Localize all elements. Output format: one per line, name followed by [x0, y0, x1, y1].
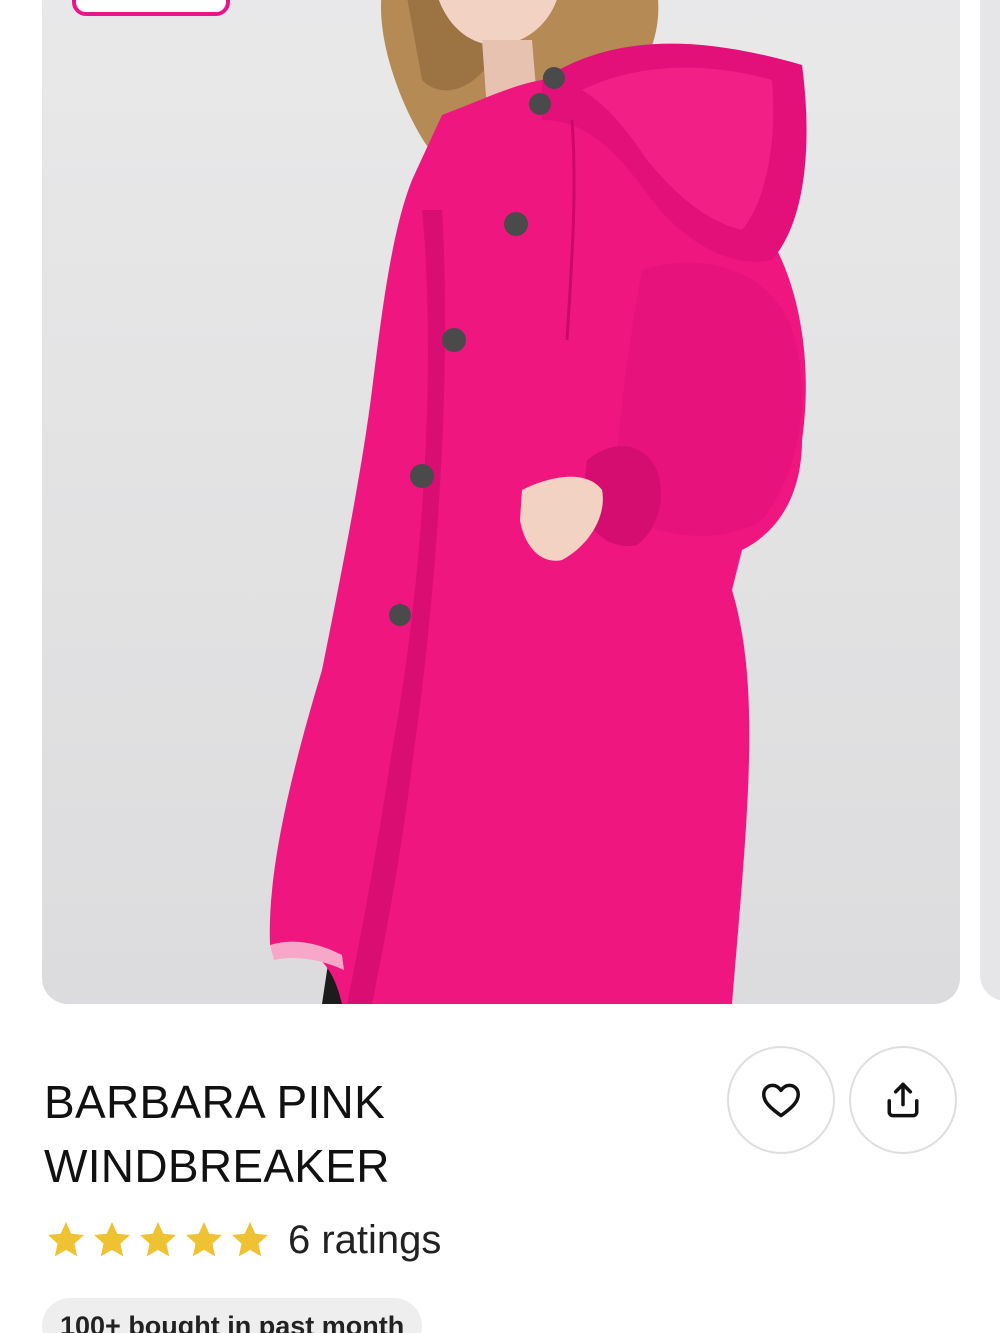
star-icon [136, 1218, 180, 1262]
share-button[interactable] [849, 1046, 957, 1154]
star-icon [228, 1218, 272, 1262]
favorite-button[interactable] [727, 1046, 835, 1154]
ratings-count[interactable]: 6 ratings [288, 1218, 441, 1263]
next-image-preview[interactable] [980, 0, 1000, 1001]
heart-icon [762, 1083, 800, 1118]
product-title-line-1: BARBARA PINK [44, 1076, 386, 1128]
product-image-carousel[interactable] [0, 0, 1000, 1004]
product-image[interactable] [42, 0, 960, 1004]
windbreaker-photo [269, 0, 807, 1004]
share-upload-icon [887, 1082, 919, 1118]
star-icon [90, 1218, 134, 1262]
rating-row[interactable]: 6 ratings [44, 1214, 441, 1266]
star-icon [182, 1218, 226, 1262]
promo-badge [72, 0, 230, 16]
product-title-line-2: WINDBREAKER [44, 1140, 390, 1192]
purchase-count-badge: 100+ bought in past month [42, 1298, 423, 1333]
purchase-count-label: 100+ bought in past month [60, 1310, 405, 1333]
product-title: BARBARA PINK WINDBREAKER [44, 1070, 604, 1198]
star-icon [44, 1218, 88, 1262]
product-page: BARBARA PINK WINDBREAKER 6 ratings 100+ … [0, 0, 1000, 1333]
star-rating [44, 1218, 274, 1262]
